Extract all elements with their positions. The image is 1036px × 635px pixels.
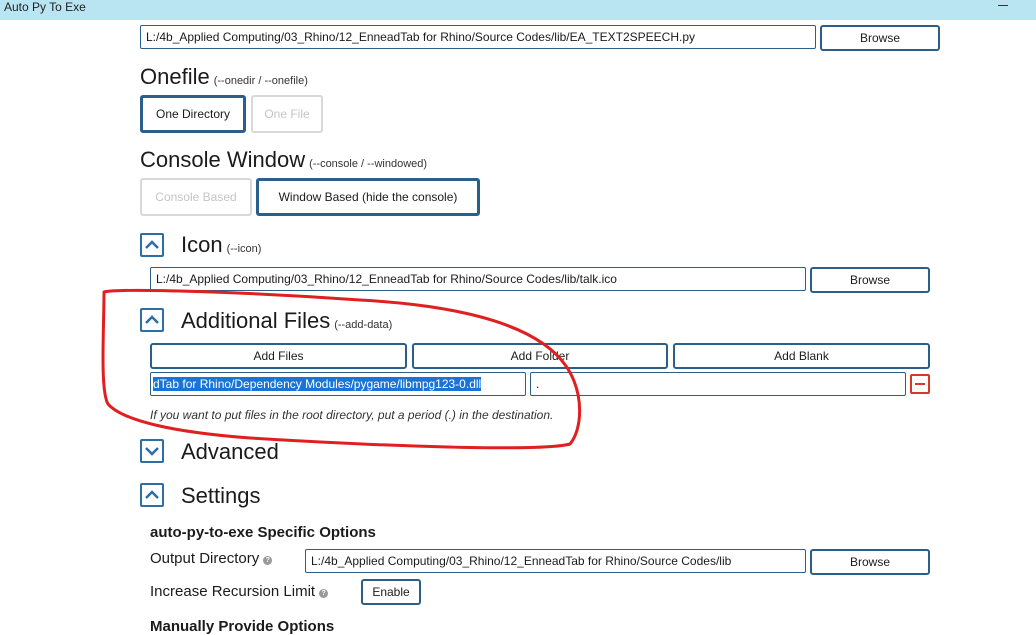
one-directory-button[interactable]: One Directory [140,95,246,133]
chevron-down-icon [145,447,159,456]
icon-section-toggle[interactable] [140,233,164,257]
icon-hint: (--icon) [226,243,262,255]
output-directory-input[interactable]: L:/4b_Applied Computing/03_Rhino/12_Enne… [305,549,806,573]
onefile-heading: Onefile (--onedir / --onefile) [140,64,308,89]
specific-options-heading: auto-py-to-exe Specific Options [150,524,376,541]
minimize-icon[interactable] [998,5,1008,6]
window-based-button[interactable]: Window Based (hide the console) [256,178,480,216]
additional-files-hint: (--add-data) [334,319,393,331]
chevron-up-icon [145,240,159,249]
chevron-up-icon [145,315,159,324]
title-bar: Auto Py To Exe [0,0,1036,20]
icon-heading: Icon (--icon) [181,232,262,257]
settings-heading: Settings [181,483,261,508]
output-browse-button[interactable]: Browse [810,549,930,575]
manual-options-heading: Manually Provide Options [150,618,335,635]
additional-files-heading: Additional Files (--add-data) [181,308,393,333]
additional-files-note: If you want to put files in the root dir… [150,408,554,422]
output-directory-label: Output Directory? [150,550,273,567]
help-icon: ? [263,556,273,565]
icon-path-input[interactable]: L:/4b_Applied Computing/03_Rhino/12_Enne… [150,267,806,291]
help-icon: ? [319,589,329,598]
window-title: Auto Py To Exe [4,0,86,14]
script-browse-button[interactable]: Browse [820,25,940,51]
add-files-button[interactable]: Add Files [150,343,407,369]
enable-recursion-button[interactable]: Enable [361,579,421,605]
add-blank-button[interactable]: Add Blank [673,343,930,369]
remove-entry-icon[interactable] [910,374,930,394]
data-source-input[interactable]: dTab for Rhino/Dependency Modules/pygame… [150,372,526,396]
data-destination-input[interactable]: . [530,372,906,396]
console-based-button[interactable]: Console Based [140,178,252,216]
one-file-button[interactable]: One File [251,95,323,133]
script-location-input[interactable]: L:/4b_Applied Computing/03_Rhino/12_Enne… [140,25,816,49]
additional-files-toggle[interactable] [140,308,164,332]
icon-browse-button[interactable]: Browse [810,267,930,293]
add-folder-button[interactable]: Add Folder [412,343,668,369]
console-window-heading: Console Window (--console / --windowed) [140,147,428,172]
advanced-heading: Advanced [181,439,279,464]
settings-toggle[interactable] [140,483,164,507]
selected-source-text: dTab for Rhino/Dependency Modules/pygame… [153,377,482,391]
advanced-toggle[interactable] [140,439,164,463]
console-window-hint: (--console / --windowed) [309,158,428,170]
chevron-up-icon [145,490,159,499]
onefile-hint: (--onedir / --onefile) [213,75,308,87]
recursion-limit-label: Increase Recursion Limit? [150,583,329,600]
